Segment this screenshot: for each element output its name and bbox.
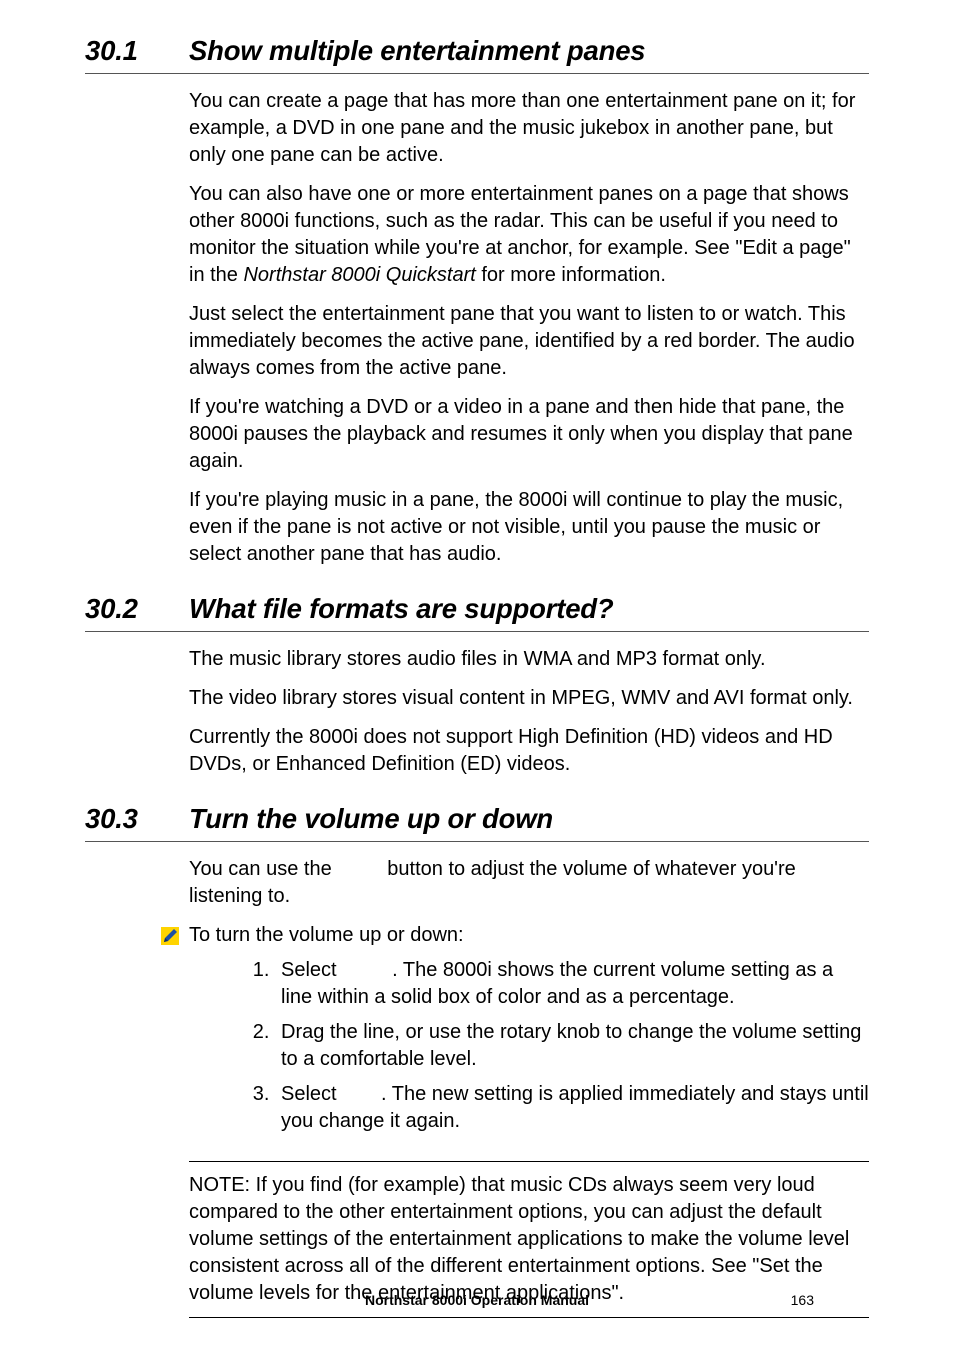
footer-title: Northstar 8000i Operation Manual — [365, 1291, 589, 1310]
section-heading-30-2: 30.2 What file formats are supported? — [85, 590, 869, 632]
paragraph: The video library stores visual content … — [189, 685, 869, 712]
section-number: 30.2 — [85, 590, 189, 627]
pencil-icon — [161, 927, 179, 945]
section-number: 30.3 — [85, 800, 189, 837]
procedure-lead: To turn the volume up or down: — [161, 922, 869, 949]
paragraph: You can also have one or more entertainm… — [189, 181, 869, 289]
section-title: What file formats are supported? — [189, 590, 869, 627]
text-run: for more information. — [476, 264, 666, 286]
section-body-30-1: You can create a page that has more than… — [189, 88, 869, 568]
procedure-steps: Select . The 8000i shows the current vol… — [189, 957, 869, 1135]
paragraph: Just select the entertainment pane that … — [189, 301, 869, 382]
step-item: Select . The new setting is applied imme… — [275, 1081, 869, 1135]
page-footer: Northstar 8000i Operation Manual 163 — [0, 1291, 954, 1310]
step-item: Drag the line, or use the rotary knob to… — [275, 1019, 869, 1073]
paragraph: You can use the button to adjust the vol… — [189, 856, 869, 910]
section-body-30-2: The music library stores audio files in … — [189, 646, 869, 778]
footer-page-number: 163 — [791, 1291, 814, 1310]
section-title: Turn the volume up or down — [189, 800, 869, 837]
paragraph: The music library stores audio files in … — [189, 646, 869, 673]
step-item: Select . The 8000i shows the current vol… — [275, 957, 869, 1011]
section-title: Show multiple entertainment panes — [189, 32, 869, 69]
paragraph: You can create a page that has more than… — [189, 88, 869, 169]
section-heading-30-1: 30.1 Show multiple entertainment panes — [85, 32, 869, 74]
paragraph: If you're watching a DVD or a video in a… — [189, 394, 869, 475]
page: 30.1 Show multiple entertainment panes Y… — [0, 0, 954, 1362]
paragraph: Currently the 8000i does not support Hig… — [189, 724, 869, 778]
section-heading-30-3: 30.3 Turn the volume up or down — [85, 800, 869, 842]
section-body-30-3: You can use the button to adjust the vol… — [189, 856, 869, 1318]
procedure-lead-text: To turn the volume up or down: — [189, 922, 464, 949]
text-run-italic: Northstar 8000i Quickstart — [243, 264, 475, 286]
note-text: NOTE: If you find (for example) that mus… — [189, 1174, 849, 1304]
section-number: 30.1 — [85, 32, 189, 69]
paragraph: If you're playing music in a pane, the 8… — [189, 487, 869, 568]
